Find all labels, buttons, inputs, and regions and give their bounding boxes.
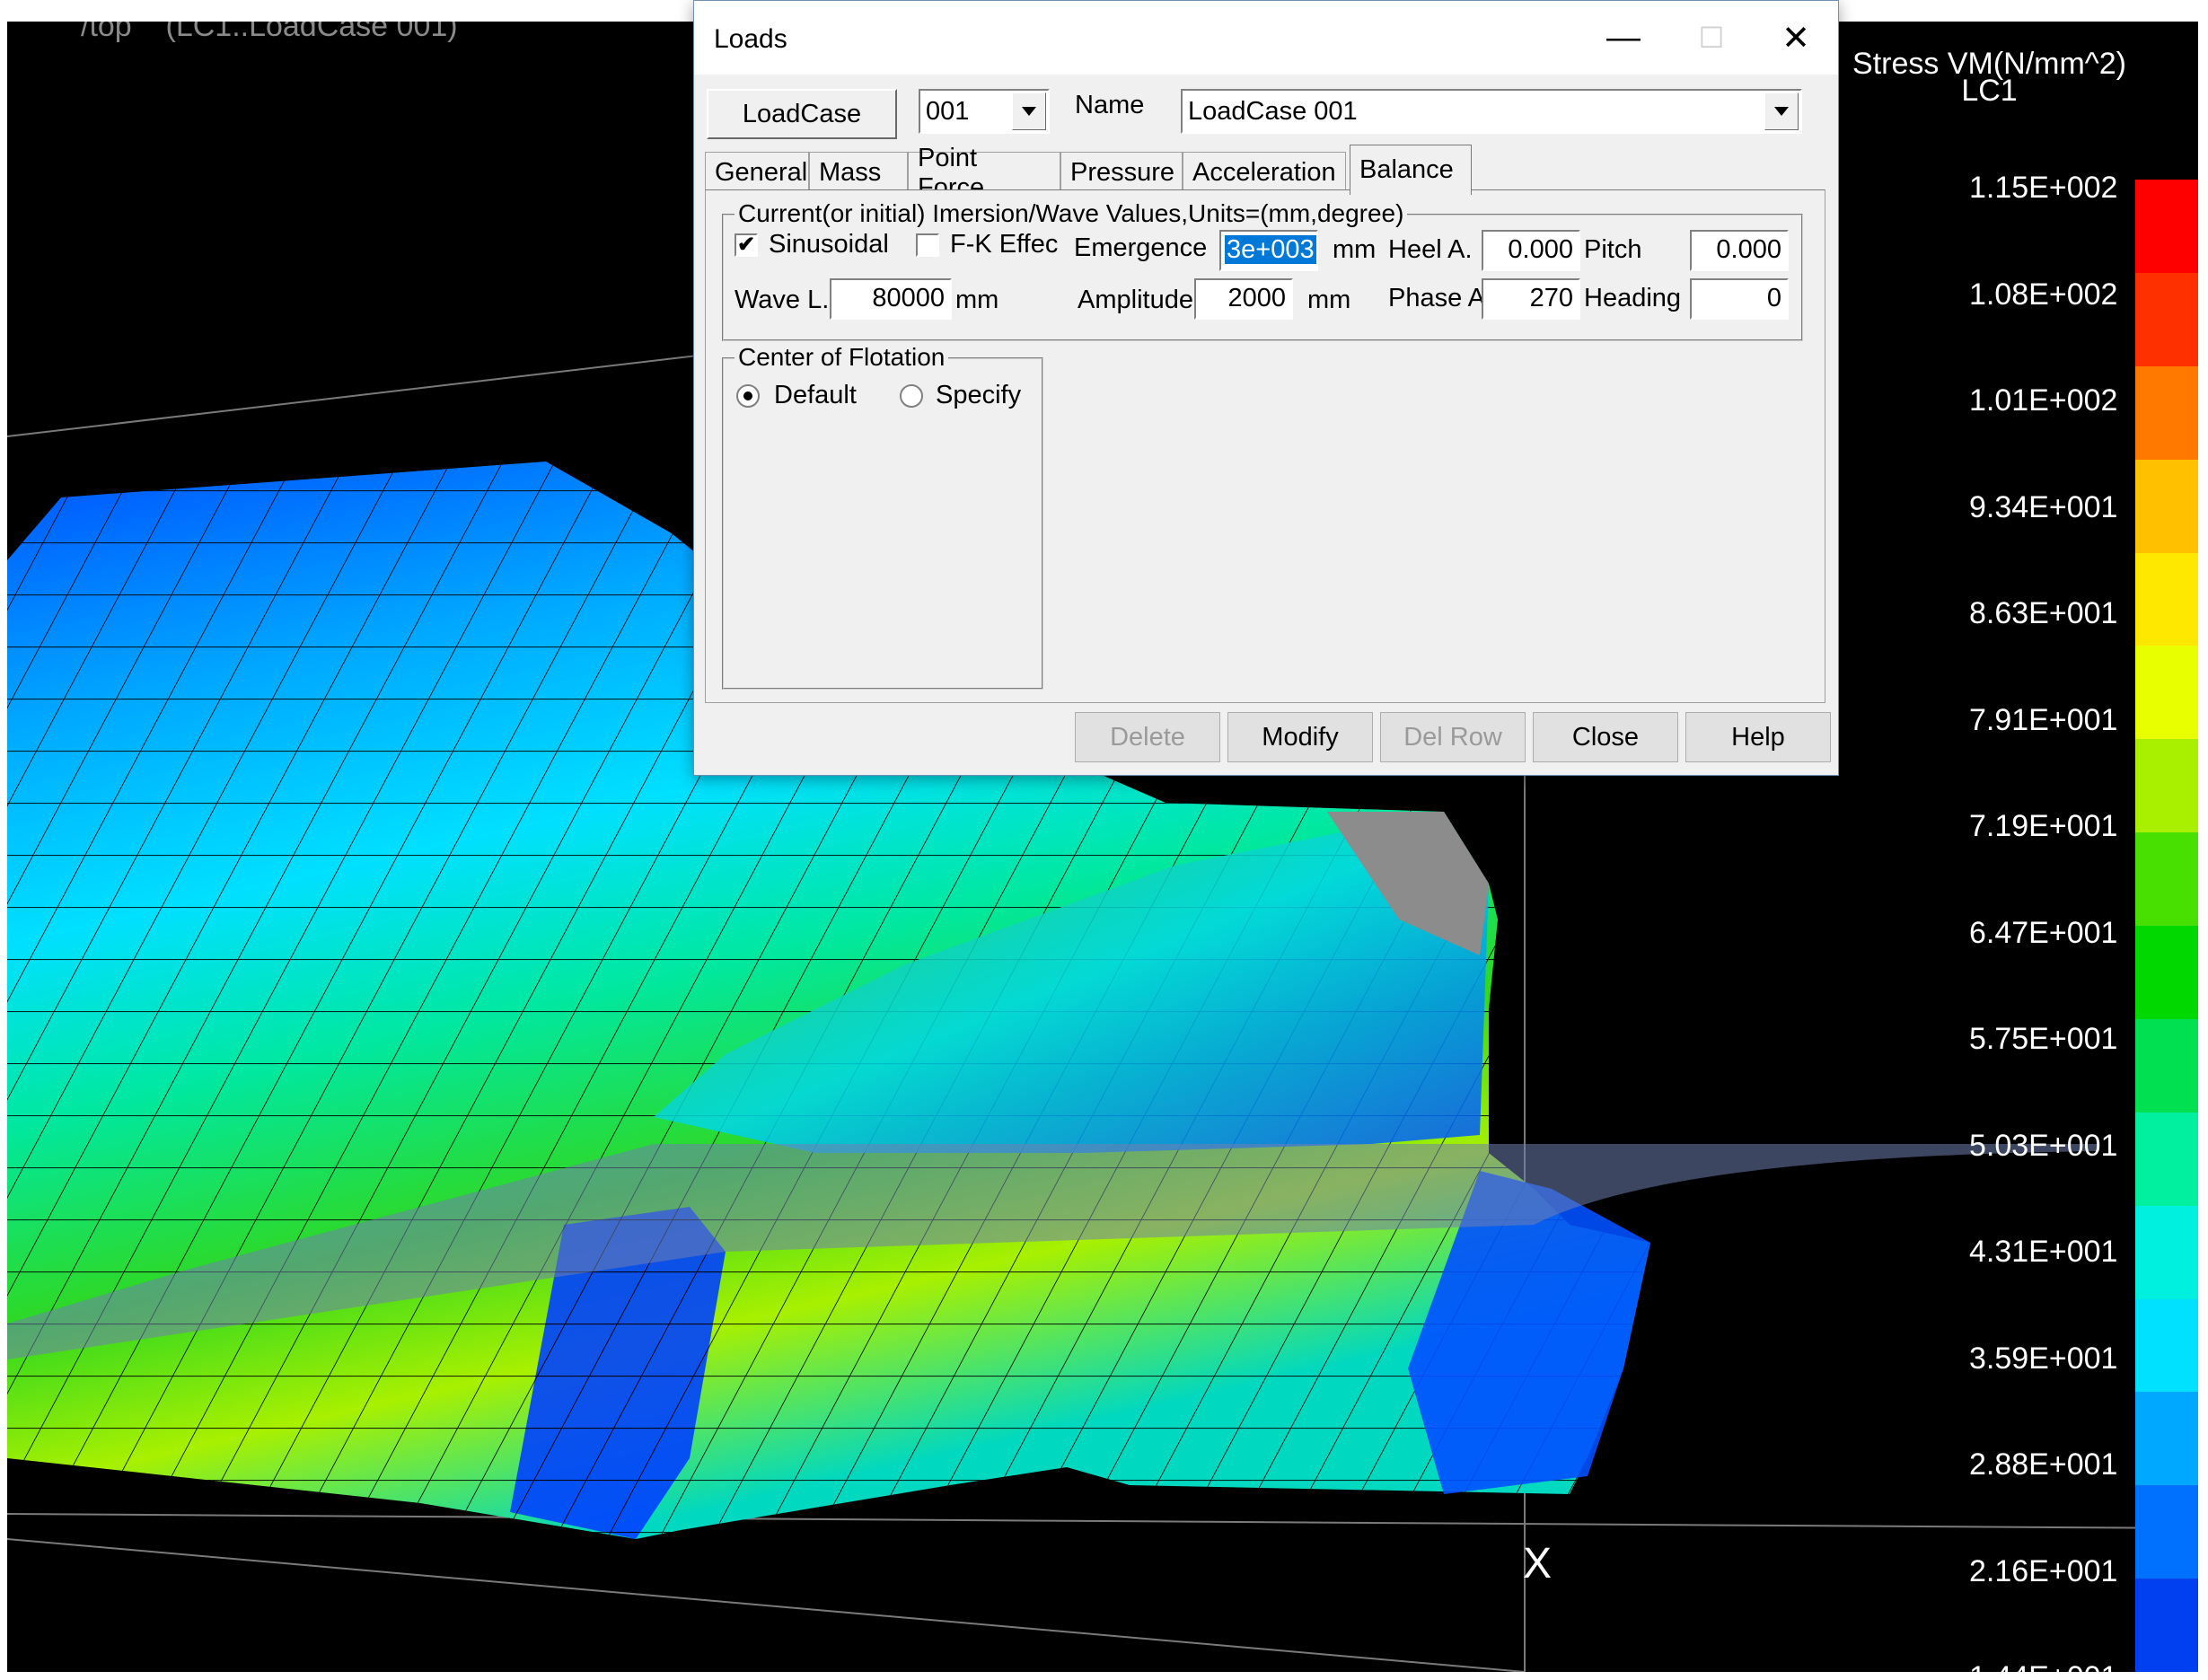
tab-pressure[interactable]: Pressure [1060, 152, 1183, 193]
heel-input[interactable]: 0.000 [1482, 230, 1580, 271]
legend-color-segment [2135, 739, 2198, 833]
legend-label: 8.63E+001 [1969, 596, 2118, 630]
legend-color-bar [2135, 180, 2198, 1672]
chevron-down-icon[interactable] [1764, 92, 1799, 130]
minimize-button[interactable]: — [1592, 8, 1655, 67]
tab-acceleration[interactable]: Acceleration [1183, 152, 1346, 193]
legend-color-segment [2135, 832, 2198, 926]
help-button[interactable]: Help [1685, 712, 1831, 762]
balance-tab-panel: Current(or initial) Imersion/Wave Values… [705, 189, 1825, 703]
wavelength-label: Wave L. [735, 286, 830, 314]
legend-color-segment [2135, 1298, 2198, 1393]
center-of-flotation-caption: Center of Flotation [735, 343, 949, 372]
close-button[interactable]: Close [1533, 712, 1678, 762]
name-label: Name [1075, 91, 1145, 119]
legend-color-segment [2135, 1205, 2198, 1299]
emergence-label: Emergence [1074, 233, 1208, 262]
default-radio[interactable] [736, 384, 760, 408]
wave-values-caption: Current(or initial) Imersion/Wave Values… [735, 199, 1408, 228]
loadcase-button[interactable]: LoadCase [707, 89, 897, 139]
name-select[interactable]: LoadCase 001 [1181, 89, 1802, 134]
dialog-title: Loads [714, 24, 787, 54]
pitch-input[interactable]: 0.000 [1690, 230, 1789, 271]
sinusoidal-label: Sinusoidal [769, 230, 889, 259]
default-label: Default [774, 381, 857, 409]
fk-effect-label: F-K Effec [950, 230, 1059, 259]
legend-color-segment [2135, 1392, 2198, 1486]
loads-dialog: Loads — ☐ ✕ LoadCase 001 Name LoadCase 0… [693, 0, 1839, 776]
maximize-button: ☐ [1698, 22, 1725, 54]
heel-label: Heel A. [1388, 235, 1473, 264]
center-of-flotation-group: Center of Flotation Default Specify [722, 343, 1043, 690]
amplitude-label: Amplitude [1078, 286, 1193, 314]
legend-label: 3.59E+001 [1969, 1341, 2118, 1376]
specify-radio[interactable] [900, 384, 923, 408]
legend-color-segment [2135, 180, 2198, 273]
legend-color-segment [2135, 1485, 2198, 1579]
legend-label: 7.91E+001 [1969, 702, 2118, 737]
legend-label: 2.16E+001 [1969, 1553, 2118, 1588]
wave-values-group: Current(or initial) Imersion/Wave Values… [722, 199, 1803, 341]
tab-mass[interactable]: Mass [809, 152, 908, 193]
x-axis-marker: X [1523, 1540, 1553, 1588]
legend-title: Stress VM(N/mm^2) LC1 [1852, 48, 2126, 108]
legend-label: 1.15E+002 [1969, 171, 2118, 205]
heading-label: Heading [1584, 284, 1682, 312]
tab-balance[interactable]: Balance [1350, 145, 1472, 195]
close-window-button[interactable]: ✕ [1764, 8, 1827, 67]
del-row-button: Del Row [1380, 712, 1526, 762]
specify-label: Specify [936, 381, 1022, 409]
chevron-down-icon[interactable] [1012, 92, 1046, 130]
legend-color-segment [2135, 1018, 2198, 1113]
wavelength-input[interactable]: 80000 [830, 278, 952, 320]
legend-color-segment [2135, 552, 2198, 646]
emergence-input[interactable]: 3e+003 [1219, 230, 1318, 271]
phase-input[interactable]: 270 [1482, 278, 1580, 320]
legend-label: 5.75E+001 [1969, 1022, 2118, 1056]
emergence-unit: mm [1333, 235, 1377, 264]
tab-general[interactable]: General [705, 152, 809, 193]
legend-label: 5.03E+001 [1969, 1128, 2118, 1163]
pitch-label: Pitch [1584, 235, 1642, 264]
amplitude-unit: mm [1307, 286, 1351, 314]
emergence-value: 3e+003 [1225, 235, 1316, 264]
legend-label: 6.47E+001 [1969, 915, 2118, 950]
legend-color-segment [2135, 365, 2198, 460]
tab-point-force[interactable]: Point Force [908, 144, 1060, 202]
dialog-titlebar[interactable]: Loads — ☐ ✕ [694, 1, 1838, 75]
fk-effect-checkbox[interactable] [916, 233, 939, 257]
legend-color-segment [2135, 459, 2198, 553]
legend-color-segment [2135, 1579, 2198, 1672]
legend-title-loadcase: LC1 [1961, 74, 2018, 108]
viewport-title: /top (LC1..LoadCase 001) [81, 22, 458, 43]
legend-label: 4.31E+001 [1969, 1235, 2118, 1269]
loadcase-number-select[interactable]: 001 [919, 89, 1050, 134]
legend-label: 1.08E+002 [1969, 277, 2118, 312]
legend-label: 1.44E+001 [1969, 1660, 2117, 1672]
delete-button: Delete [1075, 712, 1220, 762]
legend-color-segment [2135, 1112, 2198, 1206]
modify-button[interactable]: Modify [1227, 712, 1373, 762]
wavelength-unit: mm [955, 286, 999, 314]
legend-label: 2.88E+001 [1969, 1447, 2118, 1482]
legend-label: 9.34E+001 [1969, 489, 2118, 524]
legend-color-segment [2135, 646, 2198, 740]
sinusoidal-checkbox[interactable]: ✔ [735, 233, 758, 257]
phase-label: Phase A. [1388, 284, 1493, 312]
legend-label: 7.19E+001 [1969, 809, 2118, 843]
legend-color-segment [2135, 926, 2198, 1019]
legend-color-segment [2135, 272, 2198, 366]
name-value: LoadCase 001 [1188, 97, 1358, 126]
loadcase-number-value: 001 [926, 97, 970, 126]
amplitude-input[interactable]: 2000 [1194, 278, 1293, 320]
legend-label: 1.01E+002 [1969, 383, 2118, 418]
heading-input[interactable]: 0 [1690, 278, 1789, 320]
